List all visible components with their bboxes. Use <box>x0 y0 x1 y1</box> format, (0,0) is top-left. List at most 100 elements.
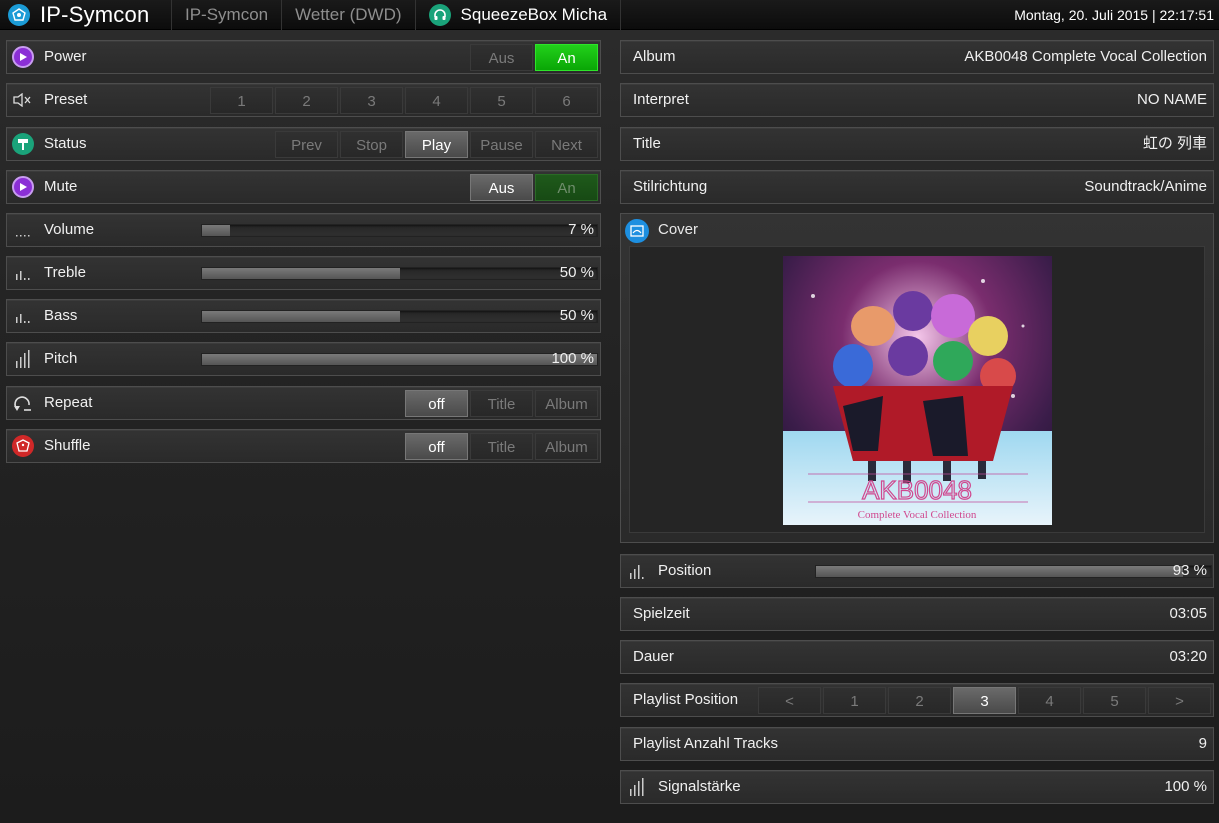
dauer-row: Dauer 03:20 <box>620 640 1214 674</box>
playlist-position-label: Playlist Position <box>633 691 739 708</box>
playlist-tracks-label: Playlist Anzahl Tracks <box>633 735 779 752</box>
tab-label: SqueezeBox Micha <box>460 4 608 24</box>
status-row: Status Prev Stop Play Pause Next <box>6 127 601 161</box>
stilrichtung-label: Stilrichtung <box>633 178 708 195</box>
repeat-label: Repeat <box>44 394 93 411</box>
bass-value: 50 % <box>559 307 594 324</box>
tab-wetter[interactable]: Wetter (DWD) <box>282 0 416 30</box>
position-row: Position 93 % <box>620 554 1214 588</box>
speaker-mute-icon <box>12 89 34 111</box>
playlist-5-button[interactable]: 5 <box>1083 687 1146 714</box>
date-time: Montag, 20. Juli 2015 | 22:17:51 <box>1014 7 1214 23</box>
pitch-slider[interactable] <box>201 353 598 366</box>
preset-buttons: 1 2 3 4 5 6 <box>210 87 598 114</box>
top-bar: IP-Symcon IP-Symcon Wetter (DWD) Squeeze… <box>0 0 1219 30</box>
power-aus-button[interactable]: Aus <box>470 44 533 71</box>
mute-an-button[interactable]: An <box>535 174 598 201</box>
cover-subtitle-text: Complete Vocal Collection <box>858 509 977 521</box>
preset-1-button[interactable]: 1 <box>210 87 273 114</box>
repeat-title-button[interactable]: Title <box>470 390 533 417</box>
playlist-1-button[interactable]: 1 <box>823 687 886 714</box>
signal-row: Signalstärke 100 % <box>620 770 1214 804</box>
play-button[interactable]: Play <box>405 131 468 158</box>
interpret-value: NO NAME <box>1136 91 1207 108</box>
playlist-tracks-value: 9 <box>1198 735 1207 752</box>
stilrichtung-row: Stilrichtung Soundtrack/Anime <box>620 170 1214 204</box>
album-label: Album <box>633 48 676 65</box>
bass-slider-fill <box>202 311 400 322</box>
next-button[interactable]: Next <box>535 131 598 158</box>
preset-2-button[interactable]: 2 <box>275 87 338 114</box>
power-row: Power Aus An <box>6 40 601 74</box>
title-row: Title 虹の 列車 <box>620 127 1214 161</box>
image-icon <box>625 219 649 243</box>
volume-slider-fill <box>202 225 230 236</box>
signal-label: Signalstärke <box>658 778 741 795</box>
treble-bars-icon <box>12 262 34 284</box>
tab-squeezebox[interactable]: SqueezeBox Micha <box>416 0 622 30</box>
position-slider[interactable] <box>815 565 1212 578</box>
album-row: Album AKB0048 Complete Vocal Collection <box>620 40 1214 74</box>
cover-frame: AKB0048 Complete Vocal Collection <box>629 246 1205 533</box>
shuffle-label: Shuffle <box>44 437 91 454</box>
position-value: 93 % <box>1172 562 1207 579</box>
cover-label: Cover <box>658 221 699 238</box>
playlist-prev-button[interactable]: < <box>758 687 821 714</box>
playlist-position-row: Playlist Position < 1 2 3 4 5 > <box>620 683 1214 717</box>
repeat-album-button[interactable]: Album <box>535 390 598 417</box>
stop-button[interactable]: Stop <box>340 131 403 158</box>
volume-row: Volume 7 % <box>6 213 601 247</box>
pitch-bars-icon <box>12 348 34 370</box>
signal-value: 100 % <box>1164 778 1207 795</box>
pitch-value: 100 % <box>551 350 594 367</box>
position-slider-fill <box>816 566 1184 577</box>
headphones-icon <box>428 3 451 26</box>
playlist-3-button[interactable]: 3 <box>953 687 1016 714</box>
volume-slider[interactable] <box>201 224 598 237</box>
signal-bars-icon <box>626 776 648 798</box>
pause-button[interactable]: Pause <box>470 131 533 158</box>
power-an-button[interactable]: An <box>535 44 598 71</box>
treble-label: Treble <box>44 264 86 281</box>
treble-value: 50 % <box>559 264 594 281</box>
volume-value: 7 % <box>568 221 594 238</box>
position-bars-icon <box>626 560 648 582</box>
preset-label: Preset <box>44 91 88 108</box>
volume-label: Volume <box>44 221 95 238</box>
mute-play-icon <box>12 176 34 198</box>
treble-row: Treble 50 % <box>6 256 601 290</box>
preset-3-button[interactable]: 3 <box>340 87 403 114</box>
preset-4-button[interactable]: 4 <box>405 87 468 114</box>
treble-slider[interactable] <box>201 267 598 280</box>
cover-panel: Cover AKB0048 Complete Vocal Collection <box>620 213 1214 543</box>
tab-label: Wetter (DWD) <box>295 4 402 24</box>
playlist-2-button[interactable]: 2 <box>888 687 951 714</box>
tab-ip-symcon[interactable]: IP-Symcon <box>172 0 283 30</box>
repeat-off-button[interactable]: off <box>405 390 468 417</box>
power-label: Power <box>44 48 87 65</box>
shuffle-album-button[interactable]: Album <box>535 433 598 460</box>
prev-button[interactable]: Prev <box>275 131 338 158</box>
bass-slider[interactable] <box>201 310 598 323</box>
shuffle-title-button[interactable]: Title <box>470 433 533 460</box>
interpret-row: Interpret NO NAME <box>620 83 1214 117</box>
power-buttons: Aus An <box>470 44 598 71</box>
mute-row: Mute Aus An <box>6 170 601 204</box>
brand[interactable]: IP-Symcon <box>0 0 172 30</box>
dauer-label: Dauer <box>633 648 674 665</box>
playlist-next-button[interactable]: > <box>1148 687 1211 714</box>
preset-5-button[interactable]: 5 <box>470 87 533 114</box>
mute-aus-button[interactable]: Aus <box>470 174 533 201</box>
volume-dots-icon <box>12 219 34 241</box>
position-label: Position <box>658 562 712 579</box>
playlist-4-button[interactable]: 4 <box>1018 687 1081 714</box>
preset-6-button[interactable]: 6 <box>535 87 598 114</box>
symcon-logo-icon <box>8 3 30 26</box>
status-sign-icon <box>12 133 34 155</box>
power-icon <box>12 46 34 68</box>
interpret-label: Interpret <box>633 91 689 108</box>
mute-label: Mute <box>44 178 78 195</box>
bass-label: Bass <box>44 307 78 324</box>
spielzeit-row: Spielzeit 03:05 <box>620 597 1214 631</box>
shuffle-off-button[interactable]: off <box>405 433 468 460</box>
